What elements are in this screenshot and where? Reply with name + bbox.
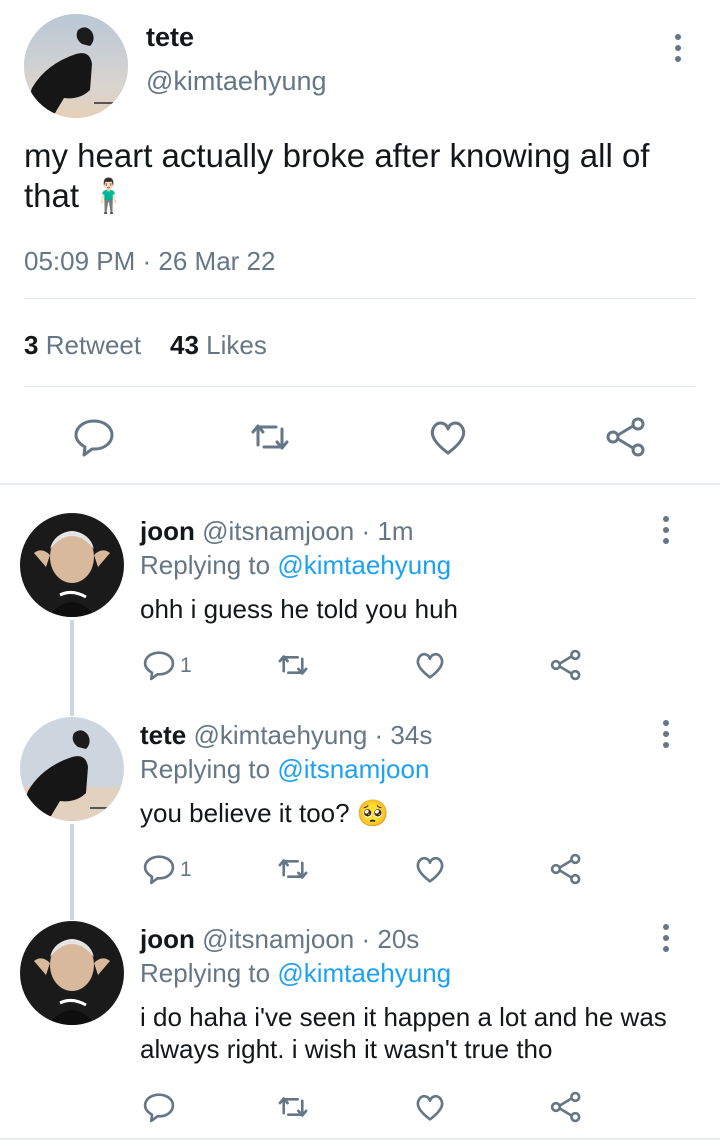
reply-header: joon @itsnamjoon · 20s <box>140 924 419 955</box>
display-name[interactable]: tete <box>140 720 186 750</box>
divider <box>24 386 696 387</box>
reply-text: ohh i guess he told you huh <box>140 594 459 624</box>
share-icon[interactable] <box>549 648 583 682</box>
tweet-date: 26 Mar 22 <box>158 246 276 276</box>
more-vertical-icon[interactable] <box>654 922 678 954</box>
display-name[interactable]: joon <box>140 924 195 954</box>
replying-to: Replying to @kimtaehyung <box>140 958 451 989</box>
meta-separator: · <box>354 516 378 546</box>
reply-icon[interactable] <box>142 1090 176 1124</box>
user-handle[interactable]: @itsnamjoon <box>202 924 354 954</box>
retweet-icon[interactable] <box>276 852 310 886</box>
heart-icon[interactable] <box>413 852 447 886</box>
user-handle[interactable]: @kimtaehyung <box>146 66 327 97</box>
retweet-icon[interactable] <box>276 648 310 682</box>
reply-age: 20s <box>377 924 420 954</box>
more-vertical-icon[interactable] <box>654 514 678 546</box>
share-icon[interactable] <box>604 415 648 459</box>
reply-count: 1 <box>180 654 192 677</box>
heart-icon[interactable] <box>413 1090 447 1124</box>
mention-link[interactable]: @kimtaehyung <box>277 958 451 988</box>
display-name[interactable]: joon <box>140 516 195 546</box>
meta-separator: · <box>354 924 378 954</box>
heart-icon[interactable] <box>413 648 447 682</box>
likes-count: 43 <box>170 330 199 360</box>
mention-link[interactable]: @kimtaehyung <box>277 550 451 580</box>
likes-stat[interactable]: 43 Likes <box>170 330 267 360</box>
reply-text: you believe it too? 🥺 <box>140 798 390 828</box>
reply-icon[interactable] <box>142 648 176 682</box>
mention-link[interactable]: @itsnamjoon <box>277 754 429 784</box>
avatar[interactable] <box>20 513 124 617</box>
display-name[interactable]: tete <box>146 22 194 53</box>
replying-to: Replying to @itsnamjoon <box>140 754 429 785</box>
share-icon[interactable] <box>549 1090 583 1124</box>
reply-count: 1 <box>180 858 192 881</box>
avatar[interactable] <box>24 14 128 118</box>
reply-header: joon @itsnamjoon · 1m <box>140 516 413 547</box>
heart-icon[interactable] <box>426 415 470 459</box>
user-handle[interactable]: @kimtaehyung <box>193 720 367 750</box>
share-icon[interactable] <box>549 852 583 886</box>
more-vertical-icon[interactable] <box>654 718 678 750</box>
replying-prefix: Replying to <box>140 754 271 784</box>
replying-prefix: Replying to <box>140 958 271 988</box>
meta-separator: · <box>367 720 391 750</box>
retweet-icon[interactable] <box>248 415 292 459</box>
reply-age: 34s <box>390 720 433 750</box>
likes-label: Likes <box>206 330 267 360</box>
reply-icon[interactable] <box>72 415 116 459</box>
divider <box>24 298 696 299</box>
reply-header: tete @kimtaehyung · 34s <box>140 720 432 751</box>
section-divider <box>0 483 720 485</box>
reply-age: 1m <box>377 516 414 546</box>
retweet-stat[interactable]: 3 Retweet <box>24 330 141 360</box>
retweet-count: 3 <box>24 330 39 360</box>
avatar[interactable] <box>20 921 124 1025</box>
more-vertical-icon[interactable] <box>666 32 690 64</box>
retweet-label: Retweet <box>45 330 142 360</box>
replying-prefix: Replying to <box>140 550 271 580</box>
tweet-timestamp: 05:09 PM · 26 Mar 22 <box>24 246 275 277</box>
reply-icon[interactable] <box>142 852 176 886</box>
tweet-time: 05:09 PM <box>24 246 136 276</box>
meta-separator: · <box>135 246 159 276</box>
user-handle[interactable]: @itsnamjoon <box>202 516 354 546</box>
avatar[interactable] <box>20 717 124 821</box>
reply-text: i do haha i've seen it happen a lot and … <box>140 1002 667 1064</box>
retweet-icon[interactable] <box>276 1090 310 1124</box>
bottom-divider <box>0 1138 720 1140</box>
tweet-text: my heart actually broke after knowing al… <box>24 137 650 214</box>
tweet-stats: 3 Retweet 43 Likes <box>24 330 267 361</box>
replying-to: Replying to @kimtaehyung <box>140 550 451 581</box>
thread-line <box>70 620 74 716</box>
thread-line <box>70 824 74 920</box>
